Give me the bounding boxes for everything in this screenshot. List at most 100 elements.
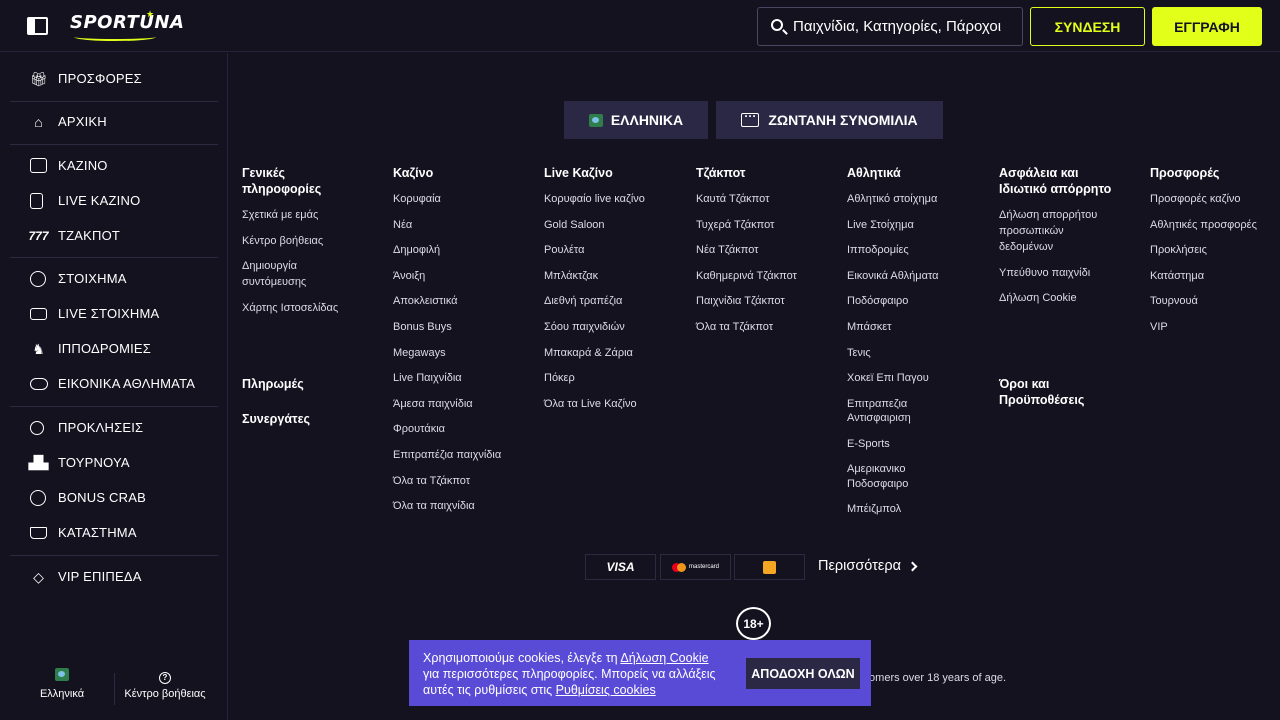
sidebar-item-tournaments[interactable]: ▟▙ ΤΟΥΡΝΟΥΑ xyxy=(10,445,218,480)
footer-link[interactable]: E-Sports xyxy=(847,437,890,451)
footer-link[interactable]: Φρουτάκια xyxy=(393,422,445,436)
footer-link[interactable]: Νέα Τζάκποτ xyxy=(696,243,759,257)
footer-link[interactable]: Αντισφαιριση xyxy=(847,411,911,425)
footer-link[interactable]: Επιτραπέζια παιχνίδια xyxy=(393,448,501,462)
footer-link[interactable]: Ποδόσφαιρο xyxy=(847,294,908,308)
footer-link[interactable]: Δημοφιλή xyxy=(393,243,440,257)
cookie-settings-link[interactable]: Ρυθμίσεις cookies xyxy=(556,683,656,697)
footer-link[interactable]: Αμερικανικο xyxy=(847,462,905,476)
sidebar-item-vip[interactable]: ◇ VIP ΕΠΙΠΕΔΑ xyxy=(10,559,218,594)
sidebar-item-horse-racing[interactable]: ♞ ΙΠΠΟΔΡΟΜΙΕΣ xyxy=(10,331,218,366)
footer-link[interactable]: Ιπποδρομίες xyxy=(847,243,909,257)
sidebar-item-home[interactable]: ⌂ ΑΡΧΙΚΗ xyxy=(10,104,218,139)
footer-link[interactable]: Άνοιξη xyxy=(393,269,425,283)
footer-link[interactable]: Δήλωση απορρήτου xyxy=(999,208,1097,222)
logo[interactable]: SPORTUNA xyxy=(70,12,184,33)
footer-link[interactable]: Υπεύθυνο παιχνίδι xyxy=(999,266,1090,280)
sidebar-item-shop[interactable]: ΚΑΤΑΣΤΗΜΑ xyxy=(10,515,218,550)
footer-link[interactable]: Χάρτης Ιστοσελίδας xyxy=(242,301,338,315)
sidebar-item-label: ΠΡΟΣΦΟΡΕΣ xyxy=(58,71,142,86)
sidebar-item-virtual-sports[interactable]: ΕΙΚΟΝΙΚΑ ΑΘΛΗΜΑΤΑ xyxy=(10,366,218,401)
footer-link[interactable]: VIP xyxy=(1150,320,1168,334)
more-payments-link[interactable]: Περισσότερα xyxy=(818,558,918,574)
footer-link[interactable]: Bonus Buys xyxy=(393,320,452,334)
footer-link[interactable]: Αθλητικό στοίχημα xyxy=(847,192,937,206)
sidebar-item-bonus-crab[interactable]: BONUS CRAB xyxy=(10,480,218,515)
sidebar-language-switch[interactable]: Ελληνικά xyxy=(12,668,112,700)
sidebar-toggle-icon[interactable] xyxy=(27,17,48,35)
sidebar-help-label: Κέντρο βοήθειας xyxy=(124,688,206,700)
sidebar-item-betting[interactable]: ΣΤΟΙΧΗΜΑ xyxy=(10,261,218,296)
footer-link[interactable]: Κορυφαίο live καζίνο xyxy=(544,192,645,206)
footer-link[interactable]: Μπλάκτζακ xyxy=(544,269,598,283)
footer-link[interactable]: Ποδοσφαιρο xyxy=(847,477,908,491)
sidebar-item-label: ΤΖΑΚΠΟΤ xyxy=(58,228,121,243)
payments-heading[interactable]: Πληρωμές xyxy=(242,376,304,392)
login-button[interactable]: ΣΥΝΔΕΣΗ xyxy=(1030,7,1145,46)
footer-link[interactable]: Προκλήσεις xyxy=(1150,243,1207,257)
search-input[interactable] xyxy=(793,8,1019,45)
footer-link[interactable]: Κέντρο βοήθειας xyxy=(242,234,323,248)
sidebar-item-casino[interactable]: ΚΑΖΙΝΟ xyxy=(10,148,218,183)
footer-link[interactable]: Καθημερινά Τζάκποτ xyxy=(696,269,797,283)
sidebar-item-offers[interactable]: 🎁︎ ΠΡΟΣΦΟΡΕΣ xyxy=(10,61,218,96)
footer-link[interactable]: Όλα τα παιχνίδια xyxy=(393,499,475,513)
footer-link[interactable]: Εικονικά Αθλήματα xyxy=(847,269,939,283)
language-button[interactable]: ΕΛΛΗΝΙΚΑ xyxy=(564,101,708,139)
sidebar-divider xyxy=(10,555,218,556)
footer-link[interactable]: Παιχνίδια Τζάκποτ xyxy=(696,294,785,308)
footer-link[interactable]: Megaways xyxy=(393,346,446,360)
footer-link[interactable]: Όλα τα Live Καζίνο xyxy=(544,397,637,411)
sidebar-item-label: ΚΑΤΑΣΤΗΜΑ xyxy=(58,525,137,540)
footer-column-title: Ιδιωτικό απόρρητο xyxy=(999,182,1112,196)
footer-link[interactable]: Δημιουργία xyxy=(242,259,297,273)
sidebar-divider xyxy=(10,406,218,407)
footer-link[interactable]: Μπάσκετ xyxy=(847,320,892,334)
footer-link[interactable]: συντόμευσης xyxy=(242,275,306,289)
footer-link[interactable]: δεδομένων xyxy=(999,240,1053,254)
sidebar-help-center[interactable]: ? Κέντρο βοήθειας xyxy=(115,668,215,700)
footer-link[interactable]: Αποκλειστικά xyxy=(393,294,458,308)
live-chat-button[interactable]: ΖΩΝΤΑΝΗ ΣΥΝΟΜΙΛΙΑ xyxy=(716,101,943,139)
footer-link[interactable]: Gold Saloon xyxy=(544,218,605,232)
footer-link[interactable]: Δήλωση Cookie xyxy=(999,291,1077,305)
partners-heading[interactable]: Συνεργάτες xyxy=(242,411,310,427)
footer-link[interactable]: Σχετικά με εμάς xyxy=(242,208,318,222)
footer-link[interactable]: Τυχερά Τζάκποτ xyxy=(696,218,774,232)
sidebar-item-live-casino[interactable]: LIVE ΚΑΖΙΝΟ xyxy=(10,183,218,218)
footer-link[interactable]: Επιτραπεζια xyxy=(847,397,907,411)
footer-link[interactable]: Κορυφαία xyxy=(393,192,441,206)
footer-link[interactable]: Μπέιζμπολ xyxy=(847,502,901,516)
footer-link[interactable]: Χοκεϊ Επι Παγου xyxy=(847,371,929,385)
terms-heading[interactable]: Όροι και xyxy=(999,376,1049,392)
footer-link[interactable]: Ρουλέτα xyxy=(544,243,584,257)
sidebar-item-jackpot[interactable]: 777 ΤΖΑΚΠΟΤ xyxy=(10,218,218,253)
sidebar-item-live-betting[interactable]: LIVE ΣΤΟΙΧΗΜΑ xyxy=(10,296,218,331)
footer-link[interactable]: Κατάστημα xyxy=(1150,269,1204,283)
footer-column-title: Ασφάλεια και xyxy=(999,166,1079,180)
footer-link[interactable]: Αθλητικές προσφορές xyxy=(1150,218,1257,232)
footer-link[interactable]: Νέα xyxy=(393,218,412,232)
logo-swoosh xyxy=(74,33,156,41)
accept-all-cookies-button[interactable]: ΑΠΟΔΟΧΗ ΟΛΩΝ xyxy=(746,658,860,689)
register-button[interactable]: ΕΓΓΡΑΦΗ xyxy=(1152,7,1262,46)
footer-link[interactable]: Live Στοίχημα xyxy=(847,218,914,232)
terms-heading[interactable]: Προϋποθέσεις xyxy=(999,392,1084,408)
footer-link[interactable]: Μπακαρά & Ζάρια xyxy=(544,346,633,360)
footer-link[interactable]: Πόκερ xyxy=(544,371,575,385)
footer-column-title: πληροφορίες xyxy=(242,182,322,196)
cookie-statement-link[interactable]: Δήλωση Cookie xyxy=(620,651,708,665)
footer-link[interactable]: Καυτά Τζάκποτ xyxy=(696,192,769,206)
sidebar-item-challenges[interactable]: ΠΡΟΚΛΗΣΕΙΣ xyxy=(10,410,218,445)
footer-link[interactable]: Προσφορές καζίνο xyxy=(1150,192,1241,206)
footer-link[interactable]: Άμεσα παιχνίδια xyxy=(393,397,473,411)
footer-link[interactable]: Όλα τα Τζάκποτ xyxy=(393,474,470,488)
footer-link[interactable]: Διεθνή τραπέζια xyxy=(544,294,622,308)
footer-link[interactable]: Σόου παιχνιδιών xyxy=(544,320,625,334)
footer-link[interactable]: Όλα τα Τζάκποτ xyxy=(696,320,773,334)
footer-link[interactable]: Live Παιχνίδια xyxy=(393,371,462,385)
footer-link[interactable]: προσωπικών xyxy=(999,224,1064,238)
search-box[interactable] xyxy=(757,7,1023,46)
footer-link[interactable]: Τενις xyxy=(847,346,871,360)
footer-link[interactable]: Τουρνουά xyxy=(1150,294,1198,308)
